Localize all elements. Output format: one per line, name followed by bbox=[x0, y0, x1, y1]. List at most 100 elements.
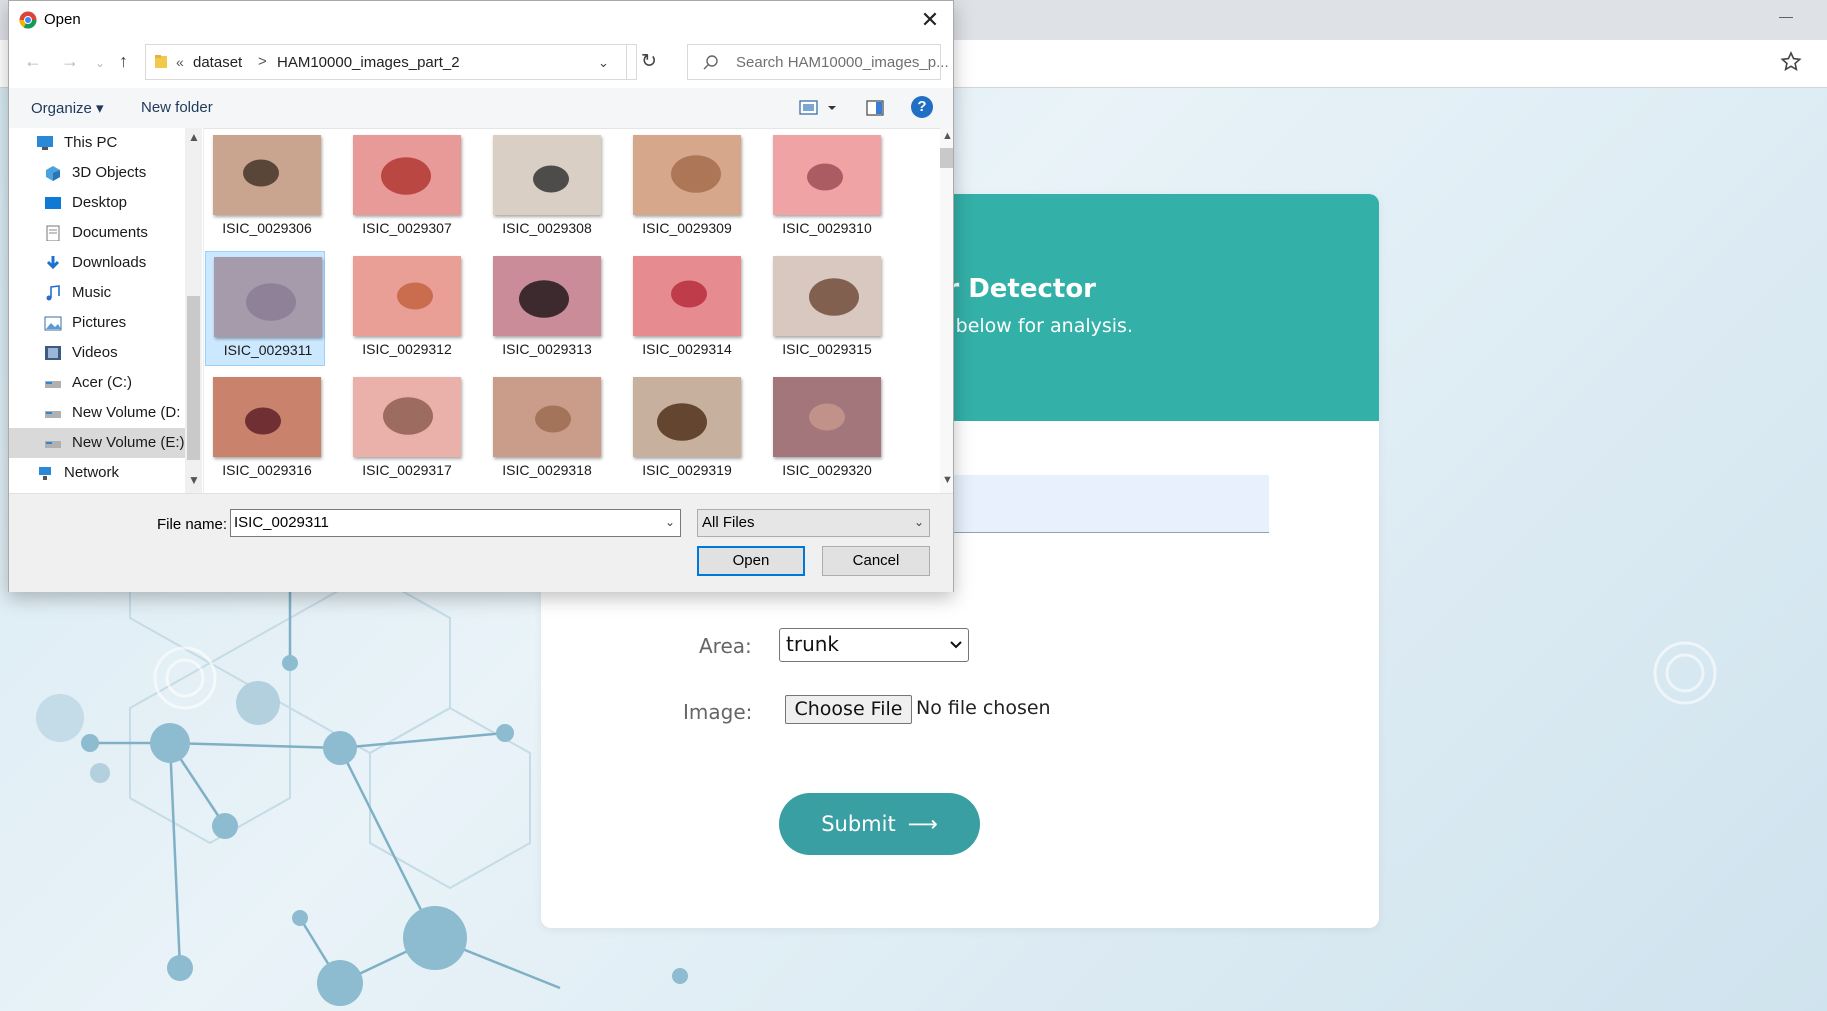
recent-locations-chevron-icon[interactable]: ⌄ bbox=[95, 56, 105, 70]
file-item[interactable]: ISIC_0029313 bbox=[485, 251, 605, 366]
file-item[interactable]: ISIC_0029317 bbox=[345, 372, 465, 487]
file-name: ISIC_0029316 bbox=[222, 462, 312, 478]
sidebar-item-label: Acer (C:) bbox=[72, 374, 132, 391]
scrollbar-thumb[interactable] bbox=[940, 148, 953, 168]
chevron-down-icon[interactable]: ⌄ bbox=[598, 55, 609, 71]
file-name: ISIC_0029310 bbox=[782, 220, 872, 236]
image-thumbnail bbox=[353, 377, 461, 457]
breadcrumb[interactable]: « dataset > HAM10000_images_part_2 ⌄ ↻ bbox=[145, 44, 657, 80]
folder-icon bbox=[155, 55, 167, 68]
chevron-down-icon[interactable]: ⌄ bbox=[665, 515, 675, 529]
file-name-input[interactable]: ISIC_0029311 ⌄ bbox=[230, 509, 681, 537]
image-thumbnail bbox=[773, 256, 881, 336]
image-thumbnail bbox=[633, 135, 741, 215]
search-input[interactable]: Search HAM10000_images_p... bbox=[687, 44, 949, 80]
breadcrumb-item[interactable]: HAM10000_images_part_2 bbox=[277, 54, 460, 71]
area-select[interactable]: trunk bbox=[779, 628, 969, 662]
image-thumbnail bbox=[773, 135, 881, 215]
sidebar-item-documents[interactable]: Documents bbox=[9, 218, 185, 248]
scroll-up-icon[interactable]: ▲ bbox=[188, 130, 200, 144]
submit-label: Submit bbox=[821, 812, 896, 836]
file-item[interactable]: ISIC_0029308 bbox=[485, 130, 605, 245]
file-list-scrollbar[interactable]: ▲ ▼ bbox=[940, 128, 953, 493]
sidebar-item-label: This PC bbox=[64, 134, 118, 151]
search-placeholder: Search HAM10000_images_p... bbox=[736, 54, 949, 71]
file-item[interactable]: ISIC_0029306 bbox=[205, 130, 325, 245]
scroll-down-icon[interactable]: ▼ bbox=[188, 473, 200, 487]
scrollbar-thumb[interactable] bbox=[187, 296, 200, 460]
sidebar-item-new-volume-d[interactable]: New Volume (D: bbox=[9, 398, 185, 428]
music-icon bbox=[46, 285, 60, 301]
file-name: ISIC_0029306 bbox=[222, 220, 312, 236]
file-name: ISIC_0029313 bbox=[502, 341, 592, 357]
scroll-up-icon[interactable]: ▲ bbox=[942, 130, 953, 142]
file-item[interactable]: ISIC_0029316 bbox=[205, 372, 325, 487]
sidebar-item-downloads[interactable]: Downloads bbox=[9, 248, 185, 278]
image-thumbnail bbox=[213, 135, 321, 215]
cancel-button[interactable]: Cancel bbox=[822, 546, 930, 576]
sidebar-item-music[interactable]: Music bbox=[9, 278, 185, 308]
nav-pane-scrollbar[interactable]: ▲ ▼ bbox=[185, 128, 202, 493]
choose-file-button[interactable]: Choose File bbox=[785, 695, 912, 724]
file-name: ISIC_0029319 bbox=[642, 462, 732, 478]
sidebar-item-network[interactable]: Network bbox=[9, 458, 185, 488]
file-item[interactable]: ISIC_0029318 bbox=[485, 372, 605, 487]
image-thumbnail bbox=[493, 256, 601, 336]
document-icon bbox=[46, 225, 60, 241]
up-arrow-icon[interactable]: ↑ bbox=[119, 51, 128, 72]
file-item[interactable]: ISIC_0029307 bbox=[345, 130, 465, 245]
video-icon bbox=[45, 346, 61, 360]
breadcrumb-separator-icon[interactable]: > bbox=[258, 53, 267, 70]
sidebar-item-label: Music bbox=[72, 284, 112, 301]
refresh-icon[interactable]: ↻ bbox=[626, 45, 671, 79]
help-icon[interactable]: ? bbox=[911, 96, 933, 118]
sidebar-item-label: Videos bbox=[72, 344, 118, 361]
file-item[interactable]: ISIC_0029310 bbox=[765, 130, 885, 245]
organize-menu-button[interactable]: Organize ▾ bbox=[31, 99, 104, 117]
scroll-down-icon[interactable]: ▼ bbox=[942, 474, 953, 486]
file-name: ISIC_0029318 bbox=[502, 462, 592, 478]
open-button[interactable]: Open bbox=[697, 546, 805, 576]
sidebar-item-new-volume-e[interactable]: New Volume (E:) bbox=[9, 428, 185, 458]
file-item[interactable]: ISIC_0029319 bbox=[625, 372, 745, 487]
breadcrumb-item[interactable]: dataset bbox=[193, 54, 242, 71]
chrome-logo-icon bbox=[19, 11, 37, 29]
new-folder-button[interactable]: New folder bbox=[141, 99, 213, 116]
submit-button[interactable]: Submit ⟶ bbox=[779, 793, 980, 855]
file-name: ISIC_0029312 bbox=[362, 341, 452, 357]
back-arrow-icon[interactable]: ← bbox=[24, 51, 42, 72]
file-name-value: ISIC_0029311 bbox=[234, 514, 329, 531]
file-item[interactable]: ISIC_0029314 bbox=[625, 251, 745, 366]
image-thumbnail bbox=[633, 256, 741, 336]
file-name: ISIC_0029320 bbox=[782, 462, 872, 478]
file-item[interactable]: ISIC_0029309 bbox=[625, 130, 745, 245]
sidebar-item-3d-objects[interactable]: 3D Objects bbox=[9, 158, 185, 188]
file-item[interactable]: ISIC_0029312 bbox=[345, 251, 465, 366]
sidebar-item-label: Pictures bbox=[72, 314, 127, 331]
file-type-select[interactable]: All Files ⌄ bbox=[697, 509, 930, 537]
sidebar-item-desktop[interactable]: Desktop bbox=[9, 188, 185, 218]
sidebar-item-label: Downloads bbox=[72, 254, 147, 271]
drive-icon bbox=[45, 381, 61, 388]
sidebar-item-acer-c[interactable]: Acer (C:) bbox=[9, 368, 185, 398]
preview-pane-icon[interactable] bbox=[866, 99, 884, 117]
sidebar-item-label: Documents bbox=[72, 224, 148, 241]
forward-arrow-icon[interactable]: → bbox=[61, 51, 79, 72]
sidebar-item-videos[interactable]: Videos bbox=[9, 338, 185, 368]
file-name: ISIC_0029311 bbox=[223, 342, 313, 358]
sidebar-item-pictures[interactable]: Pictures bbox=[9, 308, 185, 338]
window-minimize-button[interactable] bbox=[1779, 17, 1793, 18]
file-item[interactable]: ISIC_0029320 bbox=[765, 372, 885, 487]
bookmark-star-icon[interactable] bbox=[1779, 50, 1803, 74]
dialog-titlebar[interactable]: Open ✕ bbox=[9, 1, 953, 38]
close-icon[interactable]: ✕ bbox=[917, 7, 943, 33]
drive-icon bbox=[45, 441, 61, 448]
image-label: Image: bbox=[683, 700, 753, 724]
file-name: ISIC_0029314 bbox=[642, 341, 732, 357]
file-list: ISIC_0029306 ISIC_0029307 ISIC_0029308 ISIC… bbox=[205, 128, 940, 493]
sidebar-item-this-pc[interactable]: This PC bbox=[9, 128, 185, 158]
file-item[interactable]: ISIC_0029311 bbox=[205, 251, 325, 366]
file-item[interactable]: ISIC_0029315 bbox=[765, 251, 885, 366]
change-view-icon[interactable] bbox=[799, 99, 839, 117]
breadcrumb-overflow-icon[interactable]: « bbox=[176, 54, 184, 70]
